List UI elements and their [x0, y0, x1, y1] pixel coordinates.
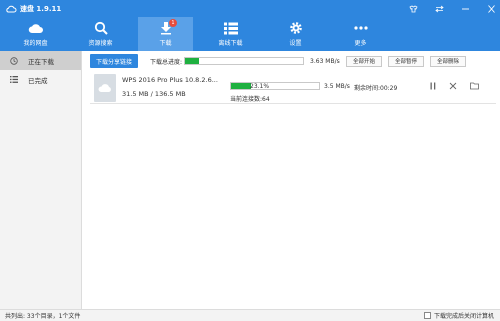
toolbar-label: 更多	[354, 40, 367, 47]
pause-all-button[interactable]: 全部暂停	[388, 55, 425, 67]
sidebar-item-label: 正在下载	[28, 57, 54, 66]
download-count-badge: 1	[169, 19, 177, 27]
list-icon	[223, 21, 239, 35]
list-icon	[10, 76, 18, 84]
swap-icon[interactable]	[434, 4, 444, 14]
status-bar: 共列出: 33个目录，1个文件 下载完成后关闭计算机	[0, 309, 500, 321]
sidebar: 正在下载 已完成	[0, 51, 82, 309]
total-progress-bar	[184, 57, 305, 65]
task-progress-text: 23.1%	[250, 83, 270, 90]
main-toolbar: 我的网盘 资源搜索 1 下载 离线下载 设置 更多	[0, 17, 500, 51]
task-progress-fill	[231, 83, 252, 89]
gear-icon	[288, 21, 304, 35]
app-title: 速盘 1.9.11	[20, 4, 62, 13]
toolbar-offline-download[interactable]: 离线下载	[203, 17, 258, 51]
task-speed: 3.5 MB/s	[324, 83, 350, 90]
toolbar-label: 设置	[289, 40, 302, 47]
total-speed: 3.63 MB/s	[310, 57, 340, 65]
folder-icon[interactable]	[469, 81, 479, 91]
toolbar-label: 资源搜索	[88, 40, 113, 47]
close-icon[interactable]	[448, 81, 458, 91]
toolbar-my-cloud[interactable]: 我的网盘	[8, 17, 63, 51]
cloud-icon	[28, 21, 44, 35]
item-count: 共列出: 33个目录，1个文件	[5, 313, 81, 320]
shutdown-label: 下载完成后关闭计算机	[433, 313, 494, 320]
task-remaining-time: 剩余时间:00:29	[354, 85, 398, 92]
close-icon[interactable]	[486, 4, 496, 14]
toolbar-search[interactable]: 资源搜索	[73, 17, 128, 51]
minimize-icon[interactable]	[460, 4, 470, 14]
app-logo-icon	[6, 5, 17, 12]
toolbar-more[interactable]: 更多	[333, 17, 388, 51]
task-connections: 当前连接数:64	[230, 96, 270, 103]
download-task-row[interactable]: WPS 2016 Pro Plus 10.8.2.6... 31.5 MB / …	[90, 72, 496, 104]
search-icon	[93, 21, 109, 35]
file-name: WPS 2016 Pro Plus 10.8.2.6...	[122, 76, 218, 84]
file-cloud-icon	[94, 74, 116, 102]
shutdown-option[interactable]: 下载完成后关闭计算机	[423, 311, 494, 320]
file-size: 31.5 MB / 136.5 MB	[122, 90, 186, 98]
toolbar-settings[interactable]: 设置	[268, 17, 323, 51]
download-share-link-button[interactable]: 下载分享链接	[90, 54, 138, 68]
total-progress-label: 下载总进度:	[150, 58, 183, 66]
more-icon	[353, 21, 369, 35]
total-progress-fill	[185, 58, 200, 64]
shutdown-checkbox[interactable]	[423, 312, 431, 319]
title-bar: 速盘 1.9.11	[0, 0, 500, 17]
download-actions: 下载分享链接 下载总进度: 3.63 MB/s 全部开始 全部暂停 全部删除	[90, 54, 496, 68]
sidebar-item-completed[interactable]: 已完成	[0, 70, 81, 89]
toolbar-download[interactable]: 1 下载	[138, 17, 193, 51]
pause-icon[interactable]	[428, 81, 438, 91]
sidebar-item-downloading[interactable]: 正在下载	[0, 51, 81, 70]
start-all-button[interactable]: 全部开始	[346, 55, 383, 67]
sidebar-item-label: 已完成	[28, 76, 48, 85]
clock-icon	[10, 56, 18, 65]
skin-icon[interactable]	[408, 4, 418, 14]
task-progress-bar	[230, 82, 320, 90]
toolbar-label: 我的网盘	[23, 40, 48, 47]
toolbar-label: 下载	[159, 40, 172, 47]
toolbar-label: 离线下载	[218, 40, 243, 47]
delete-all-button[interactable]: 全部删除	[430, 55, 467, 67]
